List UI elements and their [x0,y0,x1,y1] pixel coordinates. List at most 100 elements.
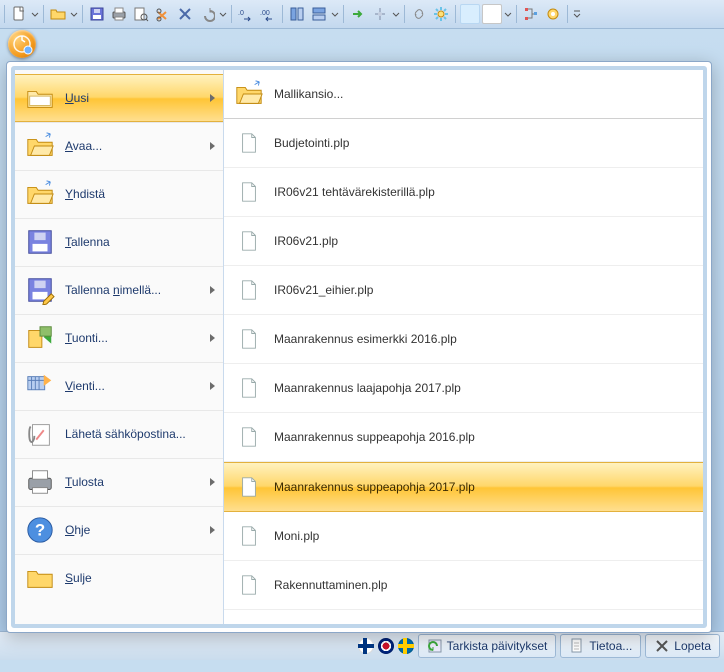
separator [282,5,283,23]
folder-open-icon [234,79,264,109]
tb-undo-dd[interactable] [219,4,227,24]
page-icon [234,230,264,252]
page-icon [234,279,264,301]
menu-label: Tallenna nimellä... [65,283,210,297]
tb-split-dd[interactable] [392,4,400,24]
file-label: Budjetointi.plp [274,136,349,150]
file-item[interactable]: IR06v21_eihier.plp [224,266,703,315]
folder-icon [25,563,55,593]
menu-label: Vienti... [65,379,210,393]
tb-grid2[interactable] [309,4,329,24]
app-orb-button[interactable] [8,30,36,58]
quit-button[interactable]: Lopeta [645,634,720,658]
file-item[interactable]: IR06v21.plp [224,217,703,266]
tb-gear-star[interactable] [431,4,451,24]
submenu-file-list[interactable]: Mallikansio... Budjetointi.plp IR06v21 teh… [224,70,703,624]
tb-swatch-dd[interactable] [504,4,512,24]
separator [343,5,344,23]
tb-swatch-white[interactable] [482,4,502,24]
btn-label: Tarkista päivitykset [447,639,548,653]
tb-preview[interactable] [131,4,151,24]
app-menu-main-list: Uusi Avaa... Yhdistä [15,70,224,624]
tb-customize-dd[interactable] [572,4,582,24]
file-item[interactable]: Maanrakennus esimerkki 2016.plp [224,315,703,364]
menu-email[interactable]: Lähetä sähköpostina... [15,410,223,458]
tb-tree[interactable] [521,4,541,24]
menu-help[interactable]: ? Ohje [15,506,223,554]
tb-open-dd[interactable] [31,4,39,24]
file-item[interactable]: Maanrakennus suppeapohja 2016.plp [224,413,703,462]
tb-grid-dd[interactable] [331,4,339,24]
menu-save-as[interactable]: Tallenna nimellä... [15,266,223,314]
tb-go[interactable] [348,4,368,24]
about-button[interactable]: Tietoa... [560,634,641,658]
menu-export[interactable]: Vienti... [15,362,223,410]
tb-dec-less[interactable]: .0 [236,4,256,24]
page-icon [234,525,264,547]
chevron-right-icon [210,526,215,534]
folder-icon [25,83,55,113]
menu-label: Tallenna [65,235,215,249]
tb-open-dd2[interactable] [70,4,78,24]
chevron-right-icon [210,382,215,390]
tb-split[interactable] [370,4,390,24]
file-item[interactable]: Rakennuttaminen.plp [224,561,703,610]
tb-link[interactable] [409,4,429,24]
tb-undo[interactable] [197,4,217,24]
menu-new[interactable]: Uusi [15,74,223,122]
folder-merge-icon [25,179,55,209]
page-icon [234,181,264,203]
separator [231,5,232,23]
file-item[interactable]: IR06v21 tehtävärekisterillä.plp [224,168,703,217]
menu-label: Tulosta [65,475,210,489]
file-label: IR06v21.plp [274,234,338,248]
check-updates-button[interactable]: Tarkista päivitykset [418,634,557,658]
file-label: Moni.plp [274,529,319,543]
menu-label: Sulje [65,571,215,585]
tb-open-folder[interactable] [48,4,68,24]
file-item[interactable]: Moni.plp [224,512,703,561]
tb-grid1[interactable] [287,4,307,24]
printer-icon [25,467,55,497]
tb-swatch-light[interactable] [460,4,480,24]
tb-options[interactable] [543,4,563,24]
menu-save[interactable]: Tallenna [15,218,223,266]
separator [43,5,44,23]
tb-print[interactable] [109,4,129,24]
flag-fi-icon[interactable] [358,638,374,654]
tb-save[interactable] [87,4,107,24]
tb-dec-more[interactable]: .00 [258,4,278,24]
chevron-right-icon [210,334,215,342]
file-item-template-folder[interactable]: Mallikansio... [224,70,703,119]
refresh-icon [427,638,443,654]
mail-attach-icon [25,419,55,449]
separator [455,5,456,23]
separator [4,5,5,23]
file-label: Maanrakennus suppeapohja 2017.plp [274,480,475,494]
page-icon [234,377,264,399]
menu-open[interactable]: Avaa... [15,122,223,170]
tb-new-page[interactable] [9,4,29,24]
file-item[interactable]: Maanrakennus laajapohja 2017.plp [224,364,703,413]
chevron-right-icon [210,94,215,102]
tb-cut[interactable] [153,4,173,24]
close-icon [654,638,670,654]
file-item[interactable]: Maanrakennus suppeapohja 2017.plp [224,462,703,512]
tb-delete[interactable] [175,4,195,24]
menu-combine[interactable]: Yhdistä [15,170,223,218]
page-icon [234,476,264,498]
file-label: Rakennuttaminen.plp [274,578,387,592]
menu-print[interactable]: Tulosta [15,458,223,506]
application-menu: Uusi Avaa... Yhdistä [6,61,712,633]
separator [82,5,83,23]
page-icon [234,328,264,350]
flag-en-icon[interactable] [378,638,394,654]
file-label: Maanrakennus laajapohja 2017.plp [274,381,461,395]
file-item[interactable]: Budjetointi.plp [224,119,703,168]
quick-access-toolbar: .0 .00 [0,0,724,29]
menu-close[interactable]: Sulje [15,554,223,602]
menu-import[interactable]: Tuonti... [15,314,223,362]
menu-label: Lähetä sähköpostina... [65,427,215,441]
export-icon [25,371,55,401]
flag-sv-icon[interactable] [398,638,414,654]
